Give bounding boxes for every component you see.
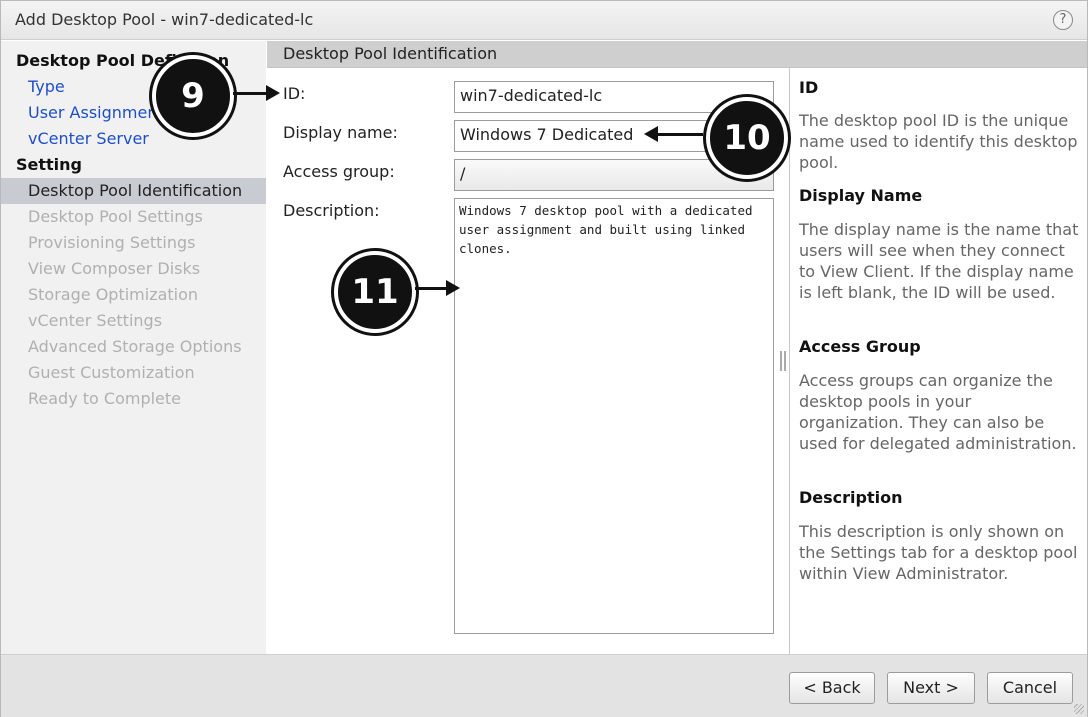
id-label: ID: <box>283 84 306 103</box>
help-access-title: Access Group <box>799 337 921 356</box>
nav-item-vcenter-server[interactable]: vCenter Server <box>1 126 293 152</box>
resize-grip-icon[interactable] <box>1074 704 1084 714</box>
callout-11-arrow <box>415 287 447 290</box>
window-title: Add Desktop Pool - win7-dedicated-lc <box>15 10 314 29</box>
add-desktop-pool-dialog: Add Desktop Pool - win7-dedicated-lc ? D… <box>0 0 1088 717</box>
nav-item-guest-customization: Guest Customization <box>28 363 195 382</box>
display-name-label: Display name: <box>283 123 398 142</box>
nav-item-pool-identification[interactable]: Desktop Pool Identification <box>1 178 266 204</box>
callout-10: 10 <box>706 97 788 179</box>
help-id-title: ID <box>799 78 819 97</box>
access-group-value: / <box>460 164 466 183</box>
help-icon[interactable]: ? <box>1053 10 1073 30</box>
nav-item-user-assignment[interactable]: User Assignment <box>1 100 293 126</box>
callout-9-arrow <box>233 92 267 95</box>
arrow-right-icon <box>446 280 460 296</box>
help-id-text: The desktop pool ID is the unique name u… <box>799 111 1078 172</box>
identification-form: ID: win7-dedicated-lc Display name: Wind… <box>267 68 787 654</box>
help-panel: ID The desktop pool ID is the unique nam… <box>791 68 1087 654</box>
callout-11: 11 <box>334 251 416 333</box>
description-textarea[interactable]: Windows 7 desktop pool with a dedicated … <box>454 198 774 634</box>
cancel-button[interactable]: Cancel <box>987 672 1073 704</box>
section-title: Desktop Pool Identification <box>283 44 498 63</box>
help-access-text: Access groups can organize the desktop p… <box>799 371 1077 453</box>
help-display-text: The display name is the name that users … <box>799 220 1079 302</box>
arrow-left-icon <box>644 126 658 142</box>
section-header: Desktop Pool Identification <box>267 41 1087 68</box>
title-bar: Add Desktop Pool - win7-dedicated-lc ? <box>1 1 1087 40</box>
callout-10-arrow <box>657 133 703 136</box>
nav-item-ready-to-complete: Ready to Complete <box>28 389 182 408</box>
nav-item-advanced-storage: Advanced Storage Options <box>28 337 242 356</box>
next-button[interactable]: Next > <box>887 672 975 704</box>
splitter-grip-icon[interactable] <box>780 351 786 371</box>
help-description-title: Description <box>799 488 903 507</box>
nav-item-type[interactable]: Type <box>1 74 293 100</box>
nav-item-vcenter-settings: vCenter Settings <box>28 311 163 330</box>
wizard-nav: Desktop Pool Definition Type User Assign… <box>1 41 266 654</box>
nav-header-setting: Setting <box>16 155 82 174</box>
nav-item-provisioning-settings: Provisioning Settings <box>28 233 196 252</box>
wizard-footer: < Back Next > Cancel <box>1 654 1087 717</box>
back-button[interactable]: < Back <box>789 672 875 704</box>
help-description-text: This description is only shown on the Se… <box>799 522 1078 583</box>
nav-header-definition: Desktop Pool Definition <box>16 51 230 70</box>
nav-item-storage-optimization: Storage Optimization <box>28 285 199 304</box>
help-display-title: Display Name <box>799 186 923 205</box>
panel-splitter[interactable] <box>789 68 790 654</box>
arrow-right-icon <box>266 85 280 101</box>
description-label: Description: <box>283 201 380 220</box>
access-group-label: Access group: <box>283 162 395 181</box>
nav-item-pool-settings: Desktop Pool Settings <box>28 207 203 226</box>
callout-9: 9 <box>152 55 234 137</box>
nav-item-composer-disks: View Composer Disks <box>28 259 201 278</box>
